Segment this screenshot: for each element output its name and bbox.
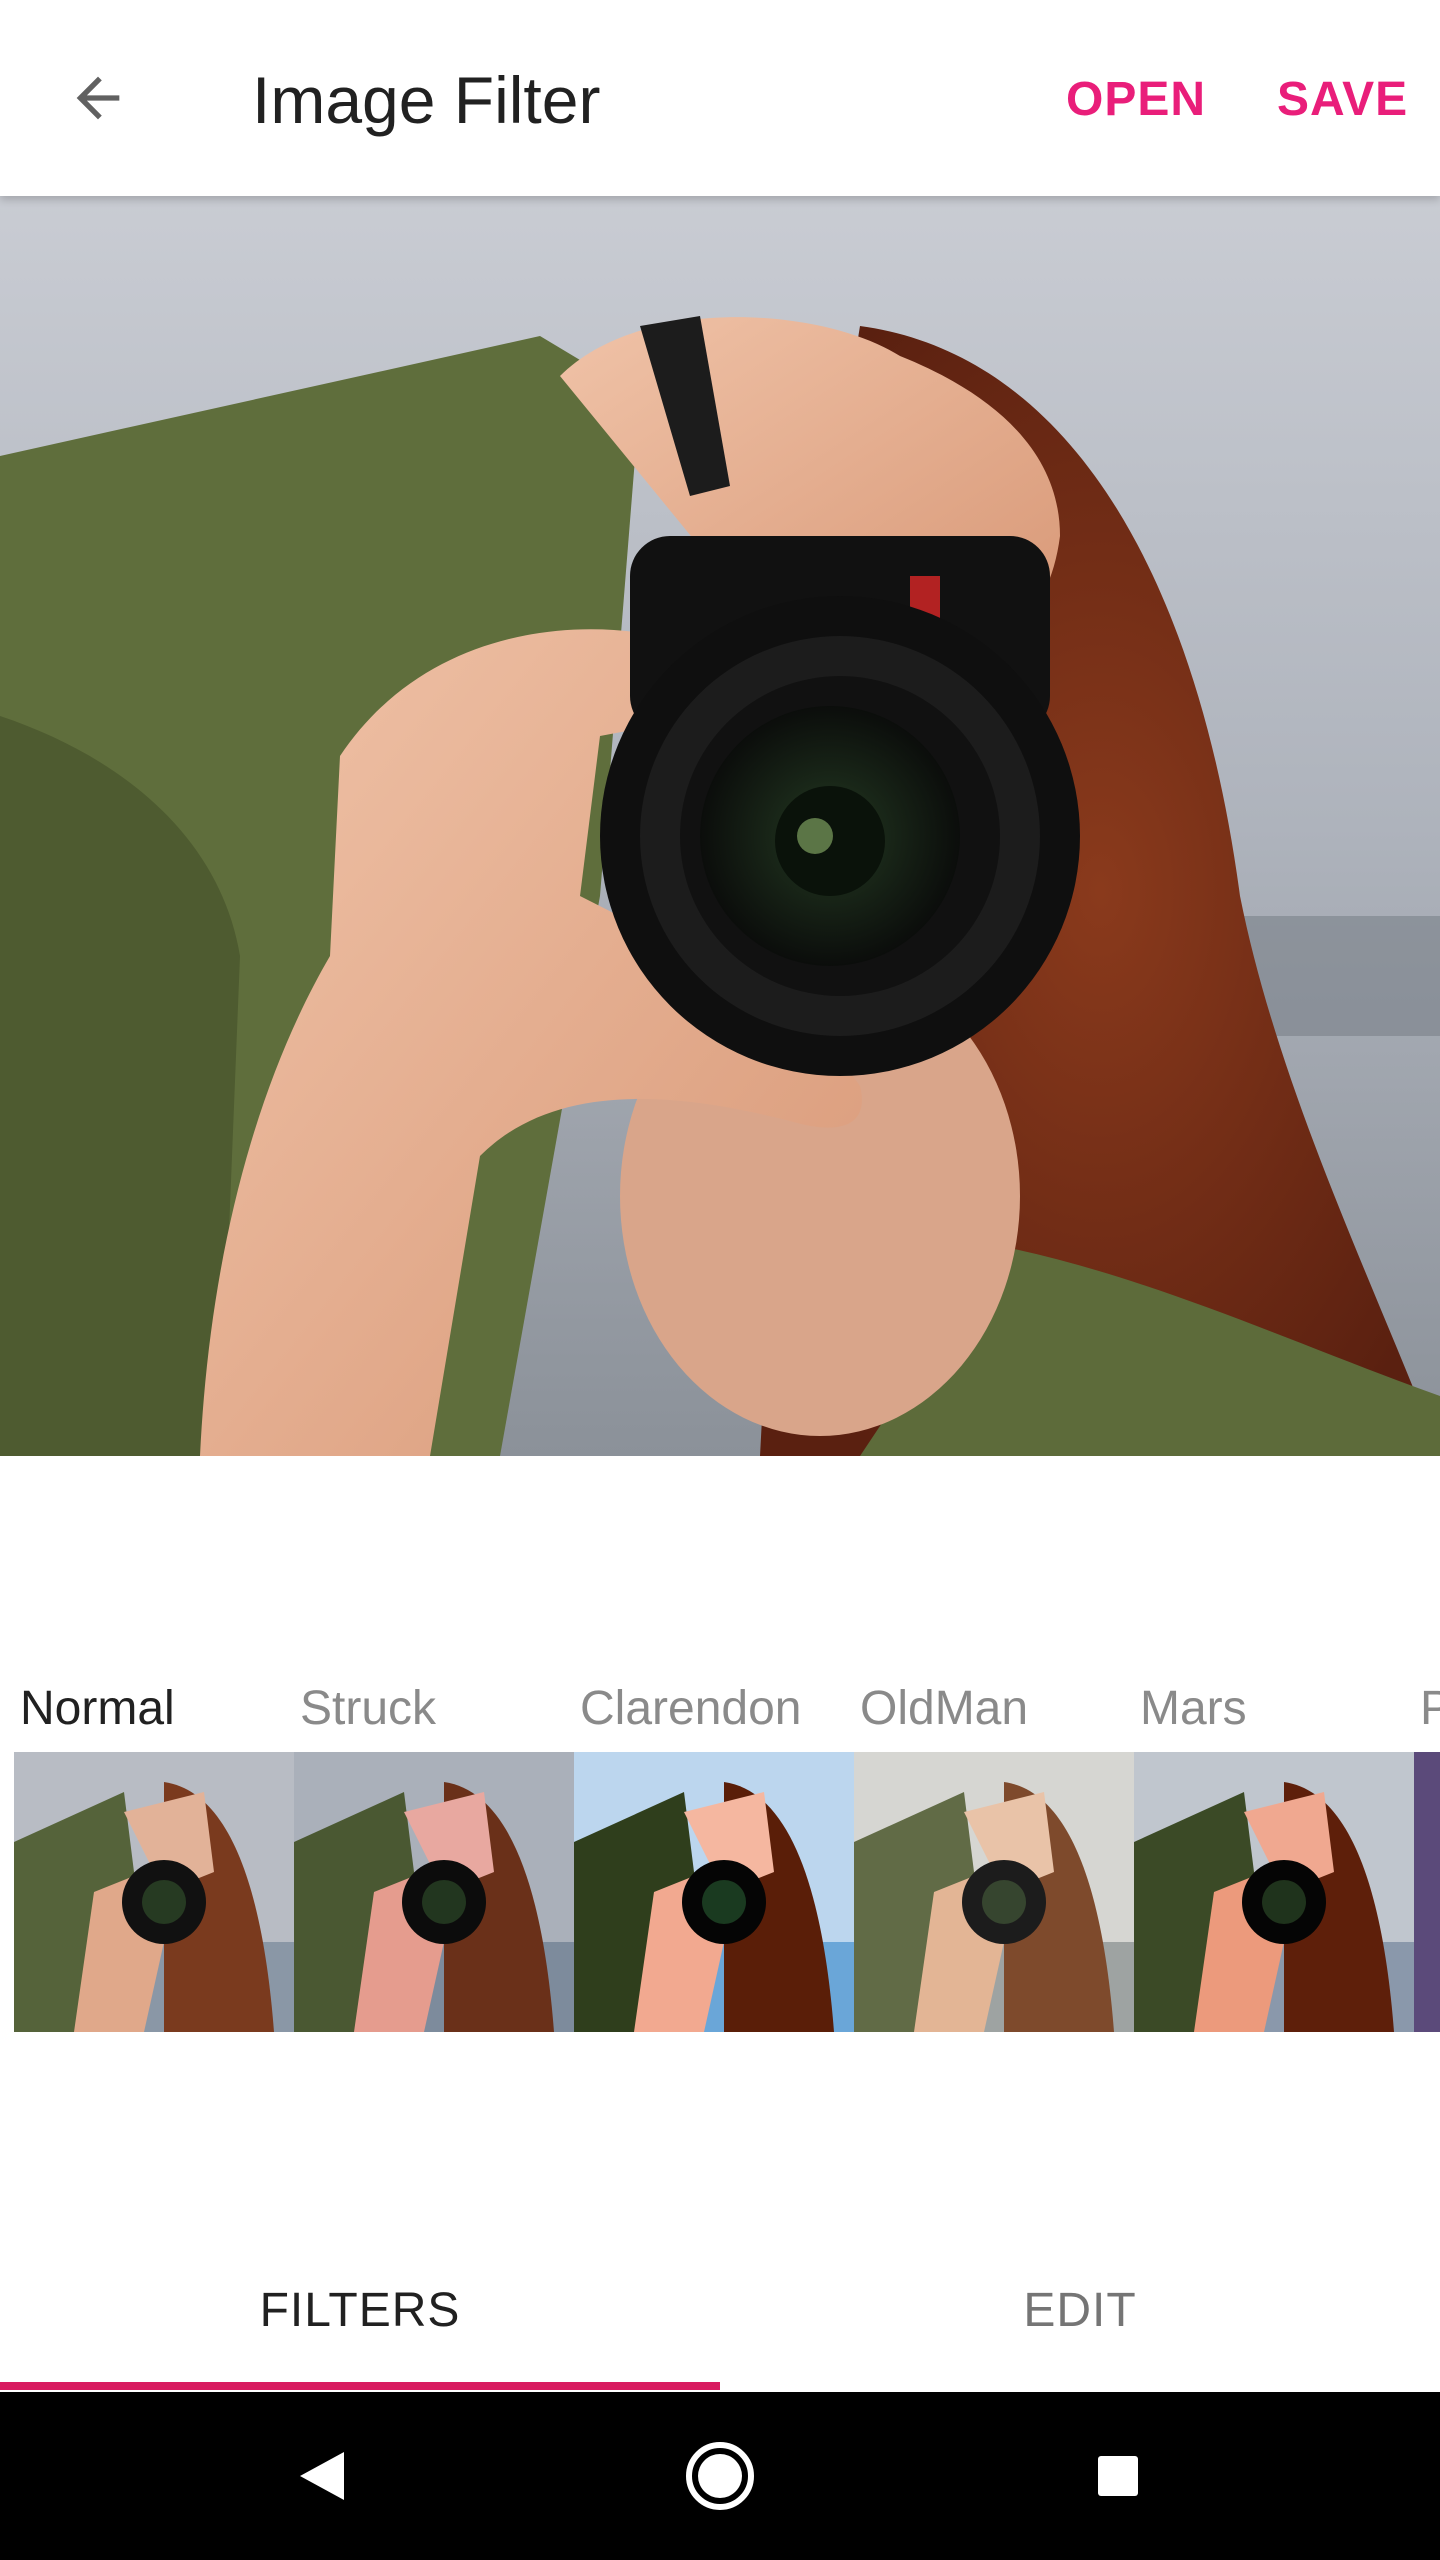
filter-label: Normal: [20, 1682, 175, 1735]
filter-thumbnail[interactable]: [574, 1752, 854, 2032]
filter-thumbnail[interactable]: [14, 1752, 294, 2032]
system-nav-bar: [0, 2392, 1440, 2560]
filter-thumbnail[interactable]: [1414, 1752, 1440, 2032]
filter-thumbnail[interactable]: [854, 1752, 1134, 2032]
back-button[interactable]: [52, 52, 144, 144]
tab-filters[interactable]: FILTERS: [0, 2230, 720, 2390]
open-button[interactable]: OPEN: [1066, 60, 1206, 140]
nav-recents-button[interactable]: [1068, 2426, 1168, 2526]
arrow-back-icon: [76, 76, 120, 120]
filter-strip: Normal Struck Clarendon OldMan Mars P: [0, 1660, 1440, 2040]
app-bar: Image Filter OPEN SAVE: [0, 0, 1440, 196]
filter-label: Clarendon: [580, 1682, 802, 1735]
filter-label: Struck: [300, 1682, 437, 1735]
square-recents-icon: [1098, 2456, 1138, 2496]
tab-edit[interactable]: EDIT: [720, 2230, 1440, 2390]
bottom-tabs: FILTERS EDIT: [0, 2230, 1440, 2390]
tab-indicator: [0, 2382, 720, 2390]
filter-label: Mars: [1140, 1682, 1247, 1735]
save-button[interactable]: SAVE: [1277, 60, 1408, 140]
nav-back-button[interactable]: [272, 2426, 372, 2526]
filter-thumbnail[interactable]: [294, 1752, 574, 2032]
photo-preview: [0, 196, 1440, 1456]
filter-label: P: [1420, 1682, 1440, 1735]
triangle-back-icon: [300, 2452, 344, 2500]
page-title: Image Filter: [252, 63, 601, 137]
circle-home-icon: [686, 2442, 754, 2510]
filter-label: OldMan: [860, 1682, 1029, 1735]
nav-home-button[interactable]: [670, 2426, 770, 2526]
filter-thumbnail[interactable]: [1134, 1752, 1414, 2032]
